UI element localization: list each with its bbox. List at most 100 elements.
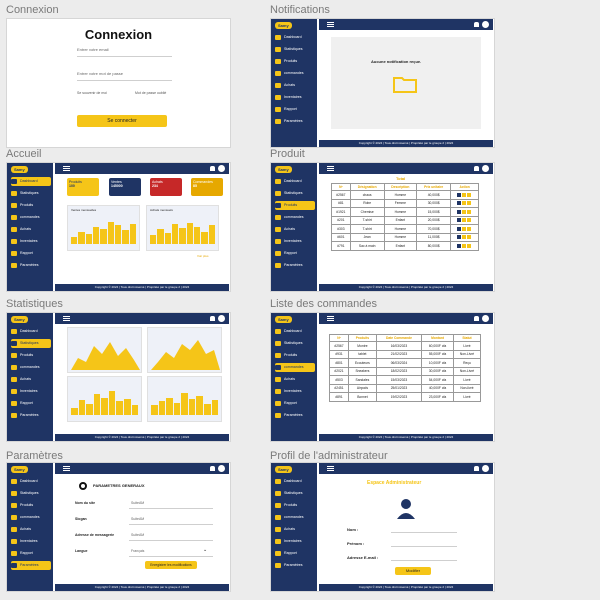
nav-products[interactable]: Produits — [11, 501, 51, 510]
nav-dashboard[interactable]: Dashboard — [275, 327, 315, 336]
edit-icon[interactable] — [467, 218, 472, 223]
edit-icon[interactable] — [467, 201, 472, 206]
nav-settings[interactable]: Paramètres — [11, 411, 51, 420]
menu-icon[interactable] — [327, 316, 334, 321]
password-field[interactable]: Entrer votre mot de passe — [77, 69, 172, 81]
nav-stats[interactable]: Statistiques — [11, 489, 51, 498]
nav-purchases[interactable]: Achats — [275, 525, 315, 534]
bell-icon[interactable] — [474, 22, 479, 27]
user-icon[interactable] — [218, 165, 225, 172]
nav-stats[interactable]: Statistiques — [275, 189, 315, 198]
nav-orders[interactable]: commandes — [11, 363, 51, 372]
nav-products[interactable]: Produits — [275, 201, 315, 210]
edit-icon[interactable] — [467, 235, 472, 240]
view-icon[interactable] — [462, 192, 467, 197]
site-name-input[interactable]: SuiteAM — [131, 501, 144, 505]
nav-inventory[interactable]: Inventaires — [11, 387, 51, 396]
nav-products[interactable]: Produits — [11, 351, 51, 360]
bell-icon[interactable] — [210, 466, 215, 471]
nav-inventory[interactable]: Inventaires — [275, 537, 315, 546]
nav-orders[interactable]: commandes — [275, 213, 315, 222]
email-field[interactable]: Entrer votre email — [77, 45, 172, 57]
nav-orders[interactable]: commandes — [275, 513, 315, 522]
nav-orders[interactable]: commandes — [11, 213, 51, 222]
menu-icon[interactable] — [63, 166, 70, 171]
slogan-input[interactable]: SuiteAM — [131, 517, 144, 521]
view-icon[interactable] — [462, 201, 467, 206]
edit-icon[interactable] — [467, 226, 472, 231]
delete-icon[interactable] — [457, 201, 462, 206]
nav-orders[interactable]: commandes — [11, 513, 51, 522]
nav-report[interactable]: Rapport — [275, 105, 315, 114]
nav-report[interactable]: Rapport — [11, 549, 51, 558]
view-icon[interactable] — [462, 235, 467, 240]
user-icon[interactable] — [482, 315, 489, 322]
delete-icon[interactable] — [457, 226, 462, 231]
nav-products[interactable]: Produits — [275, 57, 315, 66]
remember-checkbox[interactable]: Se souvenir de moi — [77, 91, 107, 95]
view-icon[interactable] — [462, 209, 467, 214]
nav-inventory[interactable]: Inventaires — [275, 93, 315, 102]
save-button[interactable]: Enregistrer les modifications — [145, 561, 197, 569]
first-name-field[interactable] — [391, 546, 457, 547]
nav-report[interactable]: Rapport — [11, 399, 51, 408]
user-icon[interactable] — [482, 165, 489, 172]
delete-icon[interactable] — [457, 192, 462, 197]
nav-inventory[interactable]: Inventaires — [11, 537, 51, 546]
nav-products[interactable]: Produits — [275, 351, 315, 360]
nav-stats[interactable]: Statistiques — [11, 189, 51, 198]
stat-card-purchases[interactable]: Achats 234 — [150, 178, 182, 196]
edit-icon[interactable] — [467, 243, 472, 248]
nav-settings[interactable]: Paramètres — [11, 261, 51, 270]
nav-purchases[interactable]: Achats — [275, 225, 315, 234]
nav-settings[interactable]: Paramètres — [275, 561, 315, 570]
nav-report[interactable]: Rapport — [11, 249, 51, 258]
chevron-down-icon[interactable]: ⌄ — [203, 547, 207, 553]
nav-products[interactable]: Produits — [11, 201, 51, 210]
edit-button[interactable]: Modifier — [395, 567, 431, 575]
nav-stats[interactable]: Statistiques — [11, 339, 51, 348]
nav-orders[interactable]: commandes — [275, 69, 315, 78]
nav-dashboard[interactable]: Dashboard — [11, 177, 51, 186]
see-more-link[interactable]: Voir plus — [197, 254, 209, 258]
nav-purchases[interactable]: Achats — [275, 81, 315, 90]
nav-stats[interactable]: Statistiques — [275, 489, 315, 498]
language-select[interactable]: Français — [131, 549, 144, 553]
nav-stats[interactable]: Statistiques — [275, 45, 315, 54]
nav-dashboard[interactable]: Dashboard — [275, 177, 315, 186]
nav-purchases[interactable]: Achats — [11, 225, 51, 234]
delete-icon[interactable] — [457, 218, 462, 223]
user-icon[interactable] — [218, 465, 225, 472]
stat-card-sales[interactable]: Ventes 145000 — [109, 178, 141, 196]
stat-card-orders[interactable]: Commandes 85 — [191, 178, 223, 196]
nav-inventory[interactable]: Inventaires — [11, 237, 51, 246]
view-icon[interactable] — [462, 218, 467, 223]
menu-icon[interactable] — [63, 316, 70, 321]
delete-icon[interactable] — [457, 243, 462, 248]
menu-icon[interactable] — [63, 466, 70, 471]
menu-icon[interactable] — [327, 22, 334, 27]
bell-icon[interactable] — [210, 166, 215, 171]
nav-purchases[interactable]: Achats — [11, 525, 51, 534]
view-icon[interactable] — [462, 226, 467, 231]
edit-icon[interactable] — [467, 192, 472, 197]
login-button[interactable]: Se connecter — [77, 115, 167, 127]
nav-purchases[interactable]: Achats — [275, 375, 315, 384]
bell-icon[interactable] — [474, 316, 479, 321]
bell-icon[interactable] — [474, 166, 479, 171]
nav-products[interactable]: Produits — [275, 501, 315, 510]
nav-purchases[interactable]: Achats — [11, 375, 51, 384]
nav-stats[interactable]: Statistiques — [275, 339, 315, 348]
nav-report[interactable]: Rapport — [275, 549, 315, 558]
delete-icon[interactable] — [457, 209, 462, 214]
name-field[interactable] — [391, 532, 457, 533]
delete-icon[interactable] — [457, 235, 462, 240]
email-input[interactable]: SuiteAM — [131, 533, 144, 537]
bell-icon[interactable] — [474, 466, 479, 471]
email-field[interactable] — [391, 560, 457, 561]
menu-icon[interactable] — [327, 466, 334, 471]
nav-dashboard[interactable]: Dashboard — [275, 33, 315, 42]
view-icon[interactable] — [462, 243, 467, 248]
nav-settings[interactable]: Paramètres — [11, 561, 51, 570]
menu-icon[interactable] — [327, 166, 334, 171]
